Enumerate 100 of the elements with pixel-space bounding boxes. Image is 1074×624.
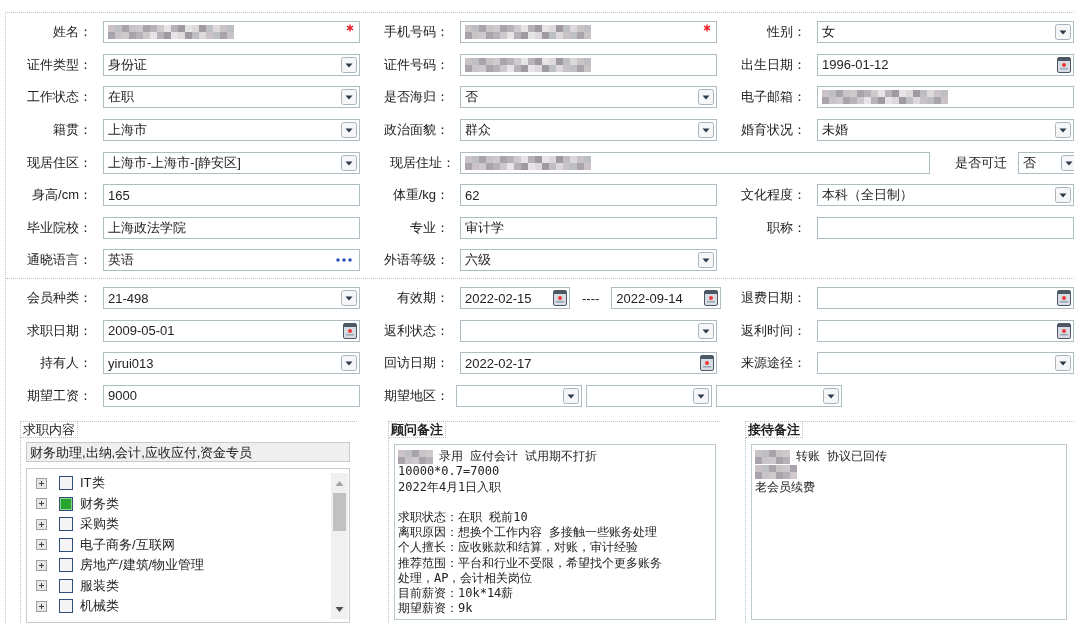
tree-item-label[interactable]: 电子商务/互联网 xyxy=(80,535,175,554)
tree-item-label[interactable]: 服装类 xyxy=(80,576,119,595)
dropdown-field[interactable]: yirui013 xyxy=(103,352,360,375)
text-field[interactable] xyxy=(817,86,1074,109)
text-field[interactable] xyxy=(103,21,360,44)
text-field[interactable]: 审计学 xyxy=(460,216,717,239)
date-field[interactable] xyxy=(817,287,1074,310)
checkbox[interactable] xyxy=(59,599,73,614)
checkbox[interactable] xyxy=(59,537,73,552)
date-field[interactable]: 2009-05-01 xyxy=(103,319,360,342)
note-text: 离职原因：想换个工作内容 多接触一些账务处理 xyxy=(398,525,658,541)
expand-icon xyxy=(36,498,47,510)
field-label: 身高/cm： xyxy=(31,186,93,205)
expand-icon xyxy=(36,477,47,489)
tree-item-label[interactable]: IT类 xyxy=(80,474,105,493)
ellipsis-icon xyxy=(335,257,353,264)
lookup-field[interactable]: 英语 xyxy=(103,249,360,272)
checkbox[interactable] xyxy=(59,558,73,573)
expand-icon xyxy=(36,600,47,612)
field-label: 返利时间： xyxy=(740,321,807,340)
tree-item-label[interactable]: 房地产/建筑/物业管理 xyxy=(80,556,205,575)
date-field[interactable]: 1996-01-12 xyxy=(817,53,1074,76)
field-label: 退费日期： xyxy=(740,289,807,308)
checkbox[interactable] xyxy=(59,517,73,532)
calendar-icon xyxy=(1057,290,1071,307)
notes-textarea[interactable]: 录用 应付会计 试用期不打折 10000*0.7=7000 2022年4月1日入职 求职状态：在职 税前10 离职原因：想换个工作内容 多接触一些账务处理 个人擅长：应收账款和结算，对账，审计经验 推荐范围：平台和行业不受限，希望找个更多账务 处理，AP，会计相关岗位 目前薪资：10k*14薪 期望薪资：9k xyxy=(394,444,716,621)
date-field[interactable] xyxy=(817,319,1074,342)
checkbox[interactable] xyxy=(59,496,73,511)
dropdown-field[interactable] xyxy=(817,352,1074,375)
note-text: 求职状态：在职 税前10 xyxy=(398,509,528,526)
field-label: 返利状态： xyxy=(383,321,450,340)
dropdown-field[interactable] xyxy=(456,384,582,407)
text-field[interactable]: 上海政法学院 xyxy=(103,216,360,239)
dropdown-field[interactable]: 否 xyxy=(460,86,717,109)
field-label: 证件号码： xyxy=(383,55,450,74)
dropdown-field[interactable]: 六级 xyxy=(460,249,717,272)
field-label: 现居住址： xyxy=(389,153,456,172)
tree-item-label[interactable]: 机械类 xyxy=(80,597,119,616)
calendar-icon xyxy=(700,355,714,372)
field-label: 婚育状况： xyxy=(740,121,807,140)
text-field[interactable]: 165 xyxy=(103,184,360,207)
expand-icon xyxy=(36,559,47,571)
note-text: 10000*0.7=7000 xyxy=(398,464,500,480)
field-label: 工作状态： xyxy=(26,88,93,107)
dropdown-field[interactable] xyxy=(460,319,717,342)
field-label: 期望地区： xyxy=(383,386,450,405)
note-text: 个人擅长：应收账款和结算，对账，审计经验 xyxy=(398,540,638,556)
text-field[interactable]: 9000 xyxy=(103,384,360,407)
field-label: 通晓语言： xyxy=(26,251,93,270)
date-field[interactable]: 2022-09-14 xyxy=(611,287,722,310)
field-label: 专业： xyxy=(409,218,450,237)
date-field[interactable]: 2022-02-17 xyxy=(460,352,717,375)
text-field[interactable]: 62 xyxy=(460,184,717,207)
text-field[interactable] xyxy=(817,216,1074,239)
field-label: 持有人： xyxy=(39,354,93,373)
notes-textarea[interactable]: 转账 协议已回传 老会员续费 xyxy=(751,444,1067,621)
field-label: 外语等级： xyxy=(383,251,450,270)
dropdown-arrow-icon xyxy=(1061,154,1074,171)
field-label: 性别： xyxy=(766,23,807,42)
dropdown-field[interactable]: 21-498 xyxy=(103,287,360,310)
calendar-icon xyxy=(343,322,357,339)
field-label: 是否可迁 xyxy=(954,153,1008,172)
panel-title: 求职内容 xyxy=(20,421,78,439)
expand-icon xyxy=(36,539,47,551)
tree-item-label[interactable]: 财务类 xyxy=(80,494,119,513)
text-field[interactable] xyxy=(460,151,930,174)
field-label: 求职日期： xyxy=(26,321,93,340)
note-text: 录用 应付会计 试用期不打折 xyxy=(439,449,598,465)
calendar-icon xyxy=(704,290,719,307)
dropdown-field[interactable] xyxy=(716,384,842,407)
field-label: 体重/kg： xyxy=(391,186,450,205)
checkbox[interactable] xyxy=(59,476,73,491)
dropdown-field[interactable]: 身份证 xyxy=(103,53,360,76)
selection-summary-field[interactable]: 财务助理,出纳,会计,应收应付,资金专员 xyxy=(26,442,350,463)
dropdown-field[interactable]: 在职 xyxy=(103,86,360,109)
text-field[interactable] xyxy=(460,21,717,44)
dropdown-field[interactable]: 上海市 xyxy=(103,119,360,142)
panel-title: 顾问备注 xyxy=(388,421,446,439)
checkbox[interactable] xyxy=(59,578,73,593)
field-label: 现居住区： xyxy=(26,153,93,172)
dropdown-field[interactable] xyxy=(586,384,712,407)
calendar-icon xyxy=(553,290,567,307)
dropdown-field[interactable]: 未婚 xyxy=(817,119,1074,142)
date-field[interactable]: 2022-02-15 xyxy=(460,287,570,310)
dropdown-field[interactable]: 上海市-上海市-[静安区] xyxy=(103,151,360,174)
field-label: 电子邮箱： xyxy=(740,88,807,107)
panel-title: 接待备注 xyxy=(745,421,803,439)
calendar-icon xyxy=(1057,322,1071,339)
text-field[interactable] xyxy=(460,53,717,76)
range-separator: ---- xyxy=(581,290,601,306)
field-label: 毕业院校： xyxy=(26,218,93,237)
dropdown-field[interactable]: 本科（全日制） xyxy=(817,184,1074,207)
expand-icon xyxy=(36,518,47,530)
tree-item-label[interactable]: 采购类 xyxy=(80,515,119,534)
dropdown-field[interactable]: 群众 xyxy=(460,119,717,142)
dropdown-field[interactable]: 女 xyxy=(817,21,1074,44)
field-label: 有效期： xyxy=(396,289,450,308)
dropdown-field[interactable]: 否 xyxy=(1018,151,1074,174)
note-text: 期望薪资：9k xyxy=(398,601,473,617)
note-text: 2022年4月1日入职 xyxy=(398,479,502,495)
